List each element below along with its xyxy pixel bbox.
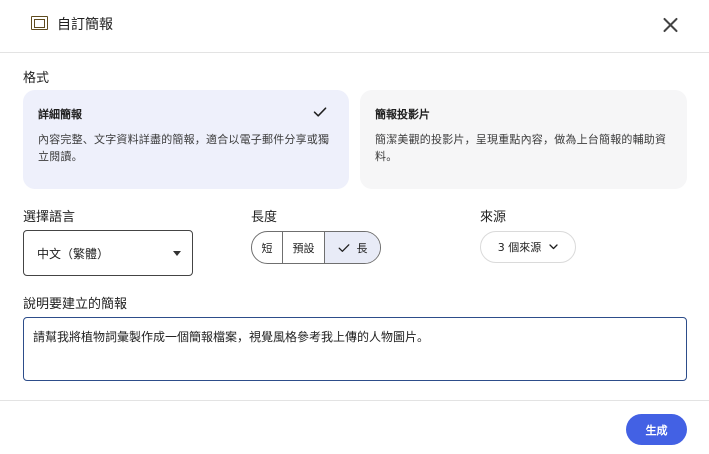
check-icon bbox=[313, 107, 327, 117]
format-option-presenter[interactable]: 簡報投影片 簡潔美觀的投影片，呈現重點內容，做為上台簡報的輔助資料。 bbox=[360, 90, 687, 189]
format-option-description: 簡潔美觀的投影片，呈現重點內容，做為上台簡報的輔助資料。 bbox=[375, 133, 667, 163]
footer-divider bbox=[0, 400, 709, 401]
check-icon bbox=[338, 243, 349, 252]
length-option-default[interactable]: 預設 bbox=[283, 232, 325, 263]
language-value: 中文（繁體） bbox=[37, 247, 110, 261]
length-segmented-control: 短 預設 長 bbox=[251, 231, 381, 264]
dialog-title: 自訂簡報 bbox=[57, 17, 113, 33]
generate-button[interactable]: 生成 bbox=[626, 414, 687, 445]
length-option-short[interactable]: 短 bbox=[252, 232, 283, 263]
close-icon[interactable] bbox=[660, 14, 682, 36]
slides-icon bbox=[31, 16, 48, 30]
format-option-title: 詳細簡報 bbox=[38, 108, 82, 121]
length-option-label: 預設 bbox=[292, 241, 315, 255]
length-option-label: 短 bbox=[261, 241, 273, 255]
length-label: 長度 bbox=[251, 210, 278, 225]
format-option-title: 簡報投影片 bbox=[375, 108, 430, 121]
prompt-label: 說明要建立的簡報 bbox=[23, 297, 128, 312]
format-option-description: 內容完整、文字資料詳盡的簡報，適合以電子郵件分享或獨立閱讀。 bbox=[38, 133, 330, 163]
source-button[interactable]: 3 個來源 bbox=[480, 231, 576, 263]
length-option-long[interactable]: 長 bbox=[325, 232, 380, 263]
source-label: 來源 bbox=[480, 210, 507, 225]
format-label: 格式 bbox=[23, 71, 50, 86]
language-label: 選擇語言 bbox=[23, 210, 76, 225]
chevron-down-icon bbox=[549, 244, 558, 250]
language-select[interactable]: 中文（繁體） bbox=[23, 230, 193, 276]
dialog-header: 自訂簡報 bbox=[0, 0, 709, 53]
prompt-textarea[interactable]: 請幫我將植物詞彙製作成一個簡報檔案，視覺風格參考我上傳的人物圖片。 bbox=[23, 317, 687, 381]
source-button-label: 3 個來源 bbox=[497, 241, 542, 254]
length-option-label: 長 bbox=[356, 241, 368, 255]
format-option-detailed[interactable]: 詳細簡報 內容完整、文字資料詳盡的簡報，適合以電子郵件分享或獨立閱讀。 bbox=[23, 90, 349, 189]
dropdown-arrow-icon bbox=[173, 251, 181, 256]
generate-button-label: 生成 bbox=[645, 423, 668, 437]
